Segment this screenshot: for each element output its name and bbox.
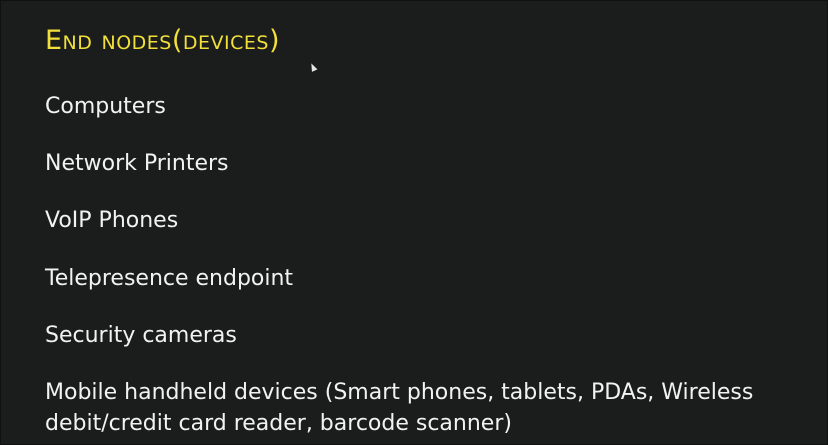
- list-item-telepresence-endpoint: Telepresence endpoint: [45, 266, 294, 291]
- list-item-voip-phones: VoIP Phones: [45, 208, 179, 233]
- list-item-network-printers: Network Printers: [45, 151, 229, 176]
- list-item-security-cameras: Security cameras: [45, 323, 237, 348]
- list-item-mobile-handheld-devices: Mobile handheld devices (Smart phones, t…: [45, 380, 754, 436]
- slide-title: End nodes(devices): [45, 25, 280, 56]
- presentation-slide: End nodes(devices) Computers Network Pri…: [0, 0, 828, 445]
- list-item-computers: Computers: [45, 94, 166, 119]
- mouse-cursor-icon: [308, 62, 318, 72]
